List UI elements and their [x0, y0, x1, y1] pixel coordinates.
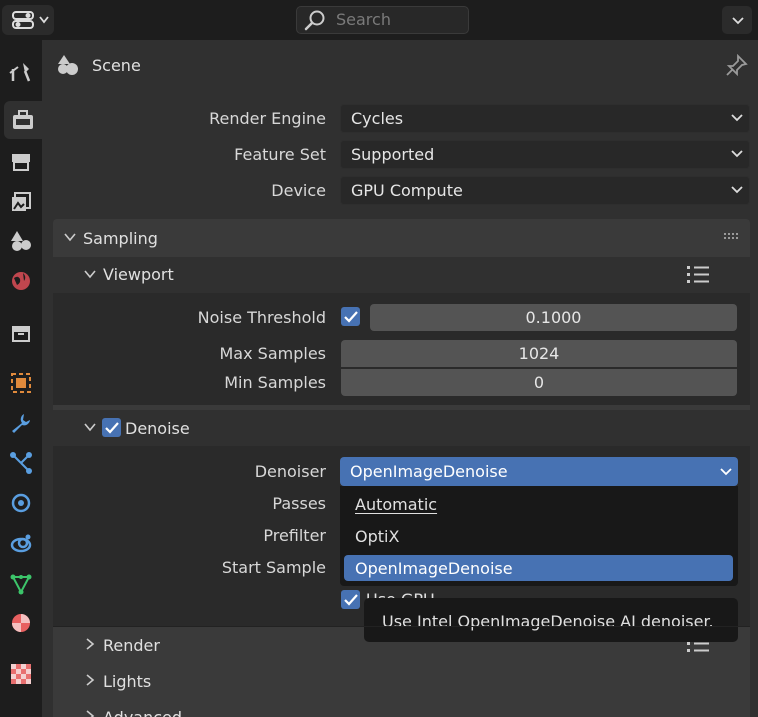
- feature-set-label: Feature Set: [234, 145, 326, 164]
- search-placeholder: Search: [336, 10, 391, 29]
- chevron-right-icon: [86, 638, 95, 650]
- particles-icon: [10, 452, 32, 474]
- editor-type-icon: [12, 11, 34, 29]
- sampling-panel-header[interactable]: Sampling: [53, 219, 750, 257]
- chevron-down-icon: [84, 270, 96, 279]
- checkmark-icon: [343, 310, 358, 323]
- viewport-subpanel-header[interactable]: Viewport: [53, 257, 750, 293]
- advanced-subpanel-title: Advanced: [103, 708, 182, 717]
- object-icon: [11, 373, 31, 393]
- presets-list-icon[interactable]: [687, 265, 711, 285]
- wrench-icon: [12, 414, 30, 433]
- noise-threshold-label: Noise Threshold: [197, 308, 326, 327]
- checkmark-icon: [104, 421, 119, 434]
- tab-object[interactable]: [2, 364, 40, 402]
- chevron-down-icon: [84, 423, 96, 432]
- scene-icon: [11, 231, 31, 251]
- tab-texture[interactable]: [2, 655, 40, 693]
- lights-subpanel-title: Lights: [103, 672, 152, 691]
- noise-threshold-checkbox[interactable]: [341, 307, 360, 326]
- presets-list-icon[interactable]: [687, 641, 711, 657]
- context-title: Scene: [92, 56, 141, 75]
- lights-subpanel-header[interactable]: Lights: [53, 663, 750, 699]
- chevron-down-icon: [39, 16, 49, 24]
- tab-tool[interactable]: [2, 52, 40, 90]
- tab-material[interactable]: [2, 604, 40, 642]
- collection-icon: [12, 326, 30, 342]
- tab-constraints[interactable]: [2, 524, 40, 562]
- start-sample-label: Start Sample: [221, 558, 326, 577]
- advanced-subpanel-header[interactable]: Advanced: [53, 699, 750, 717]
- material-icon: [12, 614, 30, 632]
- denoiser-dropdown[interactable]: OpenImageDenoise: [340, 457, 738, 486]
- noise-threshold-field[interactable]: 0.1000: [370, 304, 737, 331]
- device-value: GPU Compute: [351, 181, 463, 200]
- denoiser-label: Denoiser: [254, 462, 326, 481]
- tab-modifiers[interactable]: [2, 404, 40, 442]
- denoise-subpanel-header[interactable]: Denoise: [53, 410, 750, 446]
- use-gpu-checkbox[interactable]: [341, 590, 360, 609]
- chevron-down-icon: [64, 233, 76, 242]
- world-icon: [12, 272, 30, 290]
- tab-world[interactable]: [2, 262, 40, 300]
- menu-item-automatic[interactable]: Automatic: [355, 495, 437, 514]
- device-label: Device: [271, 181, 326, 200]
- render-engine-dropdown[interactable]: Cycles: [340, 104, 750, 133]
- tab-render[interactable]: [4, 101, 42, 139]
- constraints-icon: [10, 534, 32, 553]
- view-layer-icon: [12, 192, 31, 211]
- tab-particles[interactable]: [2, 444, 40, 482]
- drag-handle-icon[interactable]: [724, 233, 740, 241]
- max-samples-field[interactable]: 1024: [341, 340, 737, 367]
- max-samples-label: Max Samples: [219, 344, 327, 363]
- render-icon: [13, 110, 33, 129]
- scene-icon: [58, 55, 78, 75]
- tab-collection[interactable]: [2, 314, 40, 352]
- prefilter-label: Prefilter: [263, 526, 326, 545]
- chevron-down-icon: [731, 114, 743, 122]
- sampling-title: Sampling: [83, 229, 158, 248]
- options-dropdown-button[interactable]: [722, 6, 752, 34]
- render-engine-label: Render Engine: [209, 109, 326, 128]
- tab-physics[interactable]: [2, 484, 40, 522]
- min-samples-field[interactable]: 0: [341, 369, 737, 396]
- render-engine-value: Cycles: [351, 109, 404, 128]
- min-samples-label: Min Samples: [224, 373, 326, 392]
- chevron-down-icon: [731, 186, 743, 194]
- menu-item-optix[interactable]: OptiX: [355, 527, 399, 546]
- chevron-down-icon: [732, 17, 744, 25]
- denoiser-value: OpenImageDenoise: [350, 462, 508, 481]
- viewport-title: Viewport: [103, 265, 174, 284]
- chevron-right-icon: [86, 674, 95, 686]
- tab-output[interactable]: [2, 143, 40, 181]
- render-subpanel-header[interactable]: Render: [53, 627, 750, 663]
- passes-label: Passes: [272, 494, 326, 513]
- output-icon: [12, 154, 30, 171]
- checkmark-icon: [343, 593, 358, 606]
- chevron-right-icon: [86, 710, 95, 717]
- mesh-data-icon: [10, 574, 32, 595]
- denoise-title: Denoise: [125, 419, 190, 438]
- device-dropdown[interactable]: GPU Compute: [340, 176, 750, 205]
- menu-item-openimagedenoise-label: OpenImageDenoise: [355, 559, 513, 578]
- chevron-down-icon: [731, 150, 743, 158]
- physics-icon: [11, 493, 31, 513]
- tab-view-layer[interactable]: [2, 183, 40, 221]
- denoise-checkbox[interactable]: [102, 418, 121, 437]
- feature-set-value: Supported: [351, 145, 435, 164]
- pin-icon[interactable]: [726, 54, 748, 76]
- chevron-down-icon: [720, 468, 732, 476]
- tab-scene[interactable]: [2, 222, 40, 260]
- tab-data[interactable]: [2, 564, 40, 602]
- render-subpanel-title: Render: [103, 636, 160, 655]
- feature-set-dropdown[interactable]: Supported: [340, 140, 750, 169]
- texture-icon: [11, 664, 31, 684]
- editor-type-button[interactable]: [2, 5, 54, 35]
- tool-icon: [9, 63, 31, 82]
- search-icon: [304, 10, 325, 31]
